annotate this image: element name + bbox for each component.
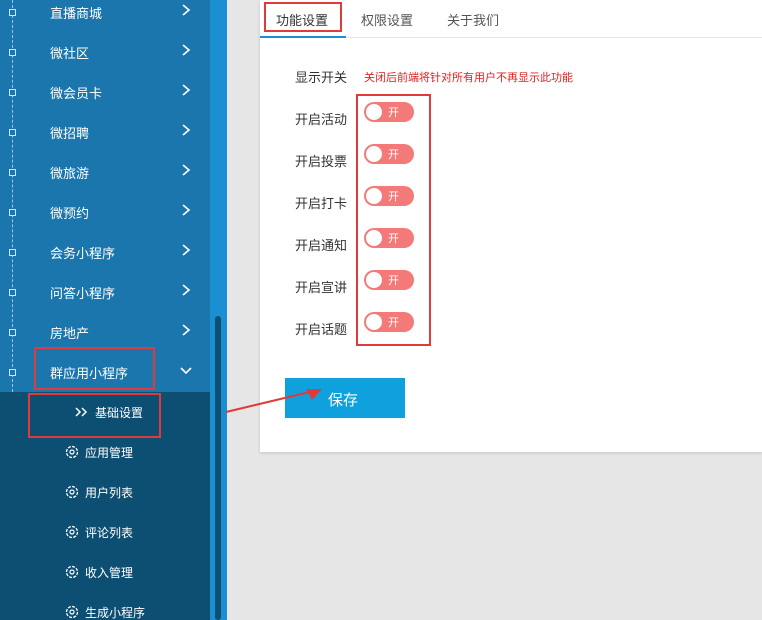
toggle-knob (366, 272, 382, 288)
gear-icon (65, 605, 79, 619)
submenu-item-basic-settings[interactable]: 基础设置 (0, 392, 210, 432)
sidebar-item-recruit[interactable]: 微招聘 (0, 112, 210, 152)
tree-node-icon (9, 9, 16, 16)
sidebar-item-travel[interactable]: 微旅游 (0, 152, 210, 192)
sidebar-item-label: 微社区 (50, 47, 90, 62)
sidebar-item-live-mall[interactable]: 直播商城 (0, 0, 210, 32)
sidebar-item-label: 问答小程序 (50, 287, 116, 302)
sidebar-item-label: 微招聘 (50, 127, 90, 142)
display-switch-hint: 关闭后前端将针对所有用户不再显示此功能 (364, 71, 573, 84)
toggle-label-activity: 开启活动 (295, 113, 348, 128)
toggle-label-presentation: 开启宣讲 (295, 281, 348, 296)
submenu-item-label: 生成小程序 (85, 606, 146, 620)
toggle-label-notice: 开启通知 (295, 239, 348, 254)
chevron-right-icon (182, 204, 191, 216)
tree-node-icon (9, 129, 16, 136)
chevron-right-icon (182, 124, 191, 136)
sidebar-item-label: 直播商城 (50, 7, 103, 22)
toggle-label-checkin: 开启打卡 (295, 197, 348, 212)
chevron-right-icon (182, 164, 191, 176)
submenu-item-label: 基础设置 (95, 406, 144, 420)
tree-node-icon (9, 329, 16, 336)
toggle-label-topic: 开启话题 (295, 323, 348, 338)
sidebar-item-member-card[interactable]: 微会员卡 (0, 72, 210, 112)
chevron-right-icon (182, 324, 191, 336)
sidebar-item-community[interactable]: 微社区 (0, 32, 210, 72)
sidebar-item-label: 房地产 (50, 327, 90, 342)
chevron-right-icon (182, 44, 191, 56)
sidebar-item-group-app[interactable]: 群应用小程序 (0, 352, 210, 392)
gear-icon (65, 445, 79, 459)
settings-panel: 功能设置 权限设置 关于我们 显示开关 关闭后前端将针对所有用户不再显示此功能 … (260, 0, 762, 452)
sidebar-item-real-estate[interactable]: 房地产 (0, 312, 210, 352)
submenu-item-label: 用户列表 (85, 486, 134, 500)
tree-node-icon (9, 49, 16, 56)
display-switch-label: 显示开关 (295, 71, 348, 86)
tab-about-us[interactable]: 关于我们 (447, 10, 499, 29)
toggle-knob (366, 146, 382, 162)
submenu-item-app-management[interactable]: 应用管理 (0, 432, 210, 472)
scrollbar-thumb[interactable] (215, 316, 221, 620)
tree-node-icon (9, 89, 16, 96)
sidebar-item-label: 微会员卡 (50, 87, 103, 102)
chevron-right-icon (182, 4, 191, 16)
gear-icon (65, 485, 79, 499)
tree-node-icon (9, 289, 16, 296)
save-button-label: 保存 (328, 391, 359, 409)
submenu-item-label: 收入管理 (85, 566, 134, 580)
tree-node-icon (9, 209, 16, 216)
tab-feature-settings[interactable]: 功能设置 (276, 10, 328, 29)
submenu-item-income[interactable]: 收入管理 (0, 552, 210, 592)
tab-bar: 功能设置 权限设置 关于我们 (260, 0, 762, 38)
chevron-right-icon (182, 284, 191, 296)
toggle-state: 开 (388, 274, 399, 287)
toggle-state: 开 (388, 106, 399, 119)
chevron-right-icon (182, 244, 191, 256)
toggle-state: 开 (388, 190, 399, 203)
toggle-checkin[interactable]: 开 (364, 186, 414, 206)
toggle-knob (366, 188, 382, 204)
submenu-item-label: 应用管理 (85, 446, 134, 460)
annotation-arrow (225, 389, 322, 413)
double-chevron-right-icon (75, 407, 88, 417)
submenu: 基础设置 应用管理 用户列表 评论列表 收入管理 生成小程序 (0, 392, 210, 620)
gear-icon (65, 525, 79, 539)
gear-icon (65, 565, 79, 579)
sidebar-item-label: 群应用小程序 (50, 367, 129, 382)
submenu-item-generate-miniprogram[interactable]: 生成小程序 (0, 592, 210, 620)
sidebar-item-qa[interactable]: 问答小程序 (0, 272, 210, 312)
toggle-knob (366, 104, 382, 120)
chevron-right-icon (182, 84, 191, 96)
sidebar-item-label: 会务小程序 (50, 247, 116, 262)
sidebar: 直播商城 微社区 微会员卡 微招聘 微旅游 微预约 会务小程序 问答小程序 房地 (0, 0, 210, 620)
sidebar-item-booking[interactable]: 微预约 (0, 192, 210, 232)
submenu-item-user-list[interactable]: 用户列表 (0, 472, 210, 512)
sidebar-item-label: 微预约 (50, 207, 90, 222)
tab-permission-settings[interactable]: 权限设置 (361, 10, 413, 29)
toggle-state: 开 (388, 316, 399, 329)
toggle-notice[interactable]: 开 (364, 228, 414, 248)
tree-node-icon (9, 169, 16, 176)
toggle-knob (366, 314, 382, 330)
toggle-topic[interactable]: 开 (364, 312, 414, 332)
chevron-down-icon (180, 367, 192, 375)
toggle-knob (366, 230, 382, 246)
active-tab-indicator (260, 36, 346, 38)
tree-node-icon (9, 369, 16, 376)
toggle-state: 开 (388, 148, 399, 161)
submenu-item-label: 评论列表 (85, 526, 134, 540)
sidebar-item-label: 微旅游 (50, 167, 90, 182)
tree-node-icon (9, 249, 16, 256)
toggle-presentation[interactable]: 开 (364, 270, 414, 290)
submenu-item-comment-list[interactable]: 评论列表 (0, 512, 210, 552)
sidebar-item-conference[interactable]: 会务小程序 (0, 232, 210, 272)
toggle-state: 开 (388, 232, 399, 245)
sidebar-scrollbar[interactable] (210, 0, 227, 620)
toggle-activity[interactable]: 开 (364, 102, 414, 122)
toggle-vote[interactable]: 开 (364, 144, 414, 164)
toggle-label-vote: 开启投票 (295, 155, 348, 170)
